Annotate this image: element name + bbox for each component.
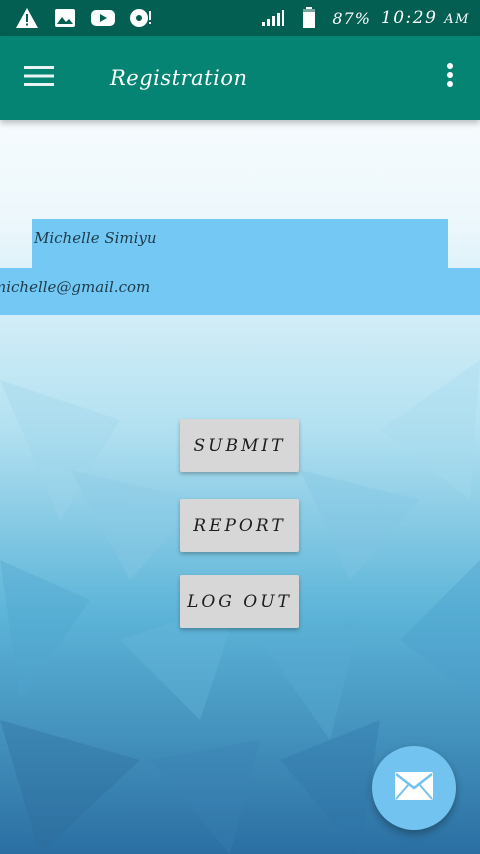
- clock-time: 10:29: [380, 8, 438, 28]
- page-title: Registration: [110, 66, 248, 90]
- logout-button[interactable]: LOG OUT: [180, 575, 299, 628]
- status-bar: 87% 10:29 AM: [0, 0, 480, 36]
- warning-icon: [14, 7, 40, 29]
- mail-icon: [395, 772, 433, 804]
- report-button[interactable]: REPORT: [180, 499, 299, 552]
- signal-icon: [260, 7, 286, 29]
- disc-alert-icon: [128, 7, 154, 29]
- youtube-icon: [90, 7, 116, 29]
- app-bar: Registration: [0, 36, 480, 120]
- name-field-value: Michelle Simiyu: [34, 229, 157, 247]
- email-field[interactable]: michelle@gmail.com: [0, 268, 480, 315]
- battery-icon: [296, 7, 322, 29]
- name-field[interactable]: Michelle Simiyu: [32, 219, 448, 268]
- clock-meridiem: AM: [444, 12, 470, 27]
- clock: 10:29 AM: [381, 8, 470, 28]
- submit-button[interactable]: SUBMIT: [180, 419, 299, 472]
- battery-percentage: 87%: [332, 8, 371, 28]
- compose-mail-fab[interactable]: [372, 746, 456, 830]
- more-vert-icon[interactable]: [446, 62, 458, 96]
- hamburger-menu-icon[interactable]: [24, 64, 60, 94]
- image-icon: [52, 7, 78, 29]
- email-field-value: michelle@gmail.com: [0, 278, 151, 296]
